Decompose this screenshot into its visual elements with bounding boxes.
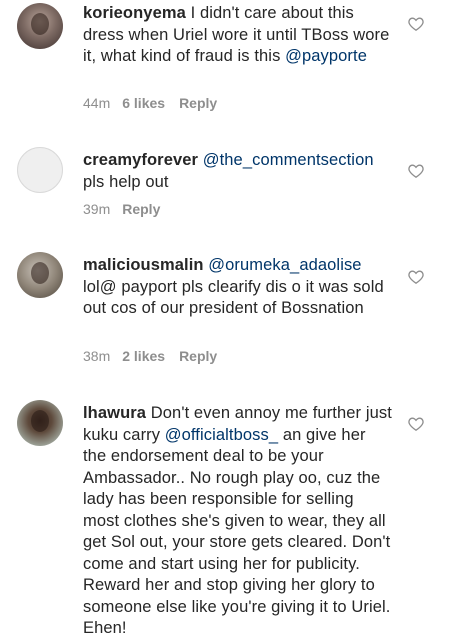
comment-username[interactable]: korieonyema — [83, 4, 186, 22]
heart-outline-icon[interactable] — [408, 269, 424, 284]
avatar[interactable] — [17, 3, 63, 49]
comment-likes[interactable]: 2 likes — [122, 348, 165, 364]
comment-body: lol@ payport pls clearify dis o it was s… — [83, 277, 384, 318]
comment-meta: 44m 6 likes Reply — [83, 95, 231, 111]
reply-button[interactable]: Reply — [179, 95, 217, 111]
reply-button[interactable]: Reply — [179, 348, 217, 364]
heart-outline-icon[interactable] — [408, 416, 424, 431]
comment-likes[interactable]: 6 likes — [122, 95, 165, 111]
comment-mention[interactable]: @officialtboss_ — [165, 426, 278, 444]
avatar[interactable] — [17, 252, 63, 298]
comment-body: pls help out — [83, 172, 169, 191]
comment-body: an give her the endorsement deal to be y… — [83, 425, 391, 638]
avatar[interactable] — [17, 400, 63, 446]
comment-text: maliciousmalin @orumeka_adaolise lol@ pa… — [83, 255, 393, 320]
avatar-placeholder[interactable] — [17, 147, 63, 193]
comment-mention[interactable]: @orumeka_adaolise — [208, 256, 361, 274]
comment-time: 44m — [83, 95, 111, 111]
comment-username[interactable]: lhawura — [83, 404, 146, 422]
comment-text: creamyforever @the_commentsection pls he… — [83, 150, 393, 193]
reply-button[interactable]: Reply — [122, 201, 160, 217]
comment-username[interactable]: maliciousmalin — [83, 256, 204, 274]
heart-outline-icon[interactable] — [408, 163, 424, 178]
comment-username[interactable]: creamyforever — [83, 151, 198, 169]
comment-time: 39m — [83, 201, 111, 217]
comment-meta: 38m 2 likes Reply — [83, 348, 231, 364]
comment-mention[interactable]: @the_commentsection — [203, 151, 374, 169]
comment-text: lhawura Don't even annoy me further just… — [83, 403, 393, 640]
comments-list: korieonyema I didn't care about this dre… — [0, 0, 451, 638]
comment-time: 38m — [83, 348, 111, 364]
comment-mention[interactable]: @payporte — [285, 47, 367, 65]
comment-text: korieonyema I didn't care about this dre… — [83, 3, 393, 68]
heart-outline-icon[interactable] — [408, 16, 424, 31]
comment-meta: 39m Reply — [83, 201, 174, 217]
